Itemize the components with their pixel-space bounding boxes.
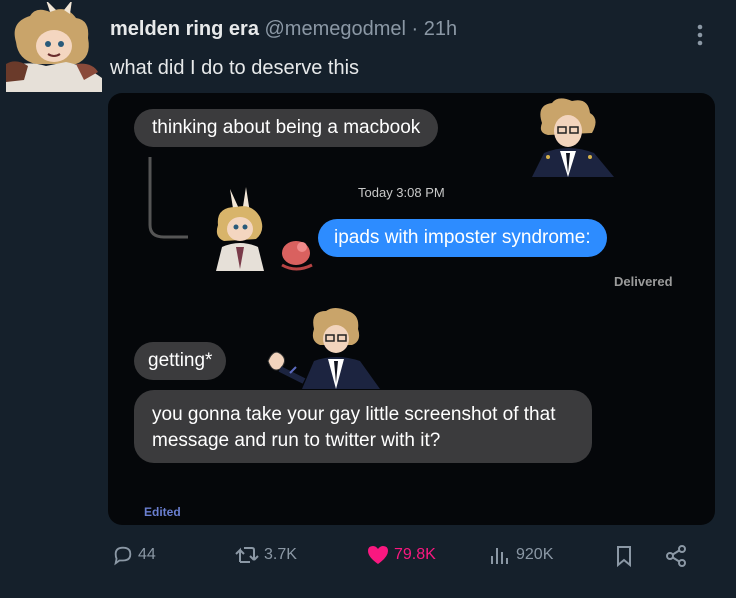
message-bubble-received: getting* — [134, 342, 227, 380]
heart-icon — [368, 546, 388, 564]
message-bubble-sent: ipads with imposter syndrome: — [318, 219, 607, 257]
tweet-author-line: melden ring era @memegodmel · 21h — [110, 18, 457, 41]
reply-icon — [114, 546, 132, 566]
edited-label: Edited — [144, 505, 181, 519]
user-handle[interactable]: @memegodmel — [265, 18, 406, 40]
bookmark-icon — [617, 546, 631, 568]
retweet-icon — [235, 547, 259, 563]
tweet-time[interactable]: 21h — [424, 18, 457, 40]
message-timestamp: Today 3:08 PM — [358, 185, 445, 200]
reply-button[interactable]: 44 — [112, 544, 156, 566]
share-button[interactable] — [664, 544, 692, 568]
character-sticker-pointing — [260, 307, 390, 389]
views-button[interactable]: 920K — [488, 544, 553, 566]
display-name[interactable]: melden ring era — [110, 18, 259, 40]
embedded-screenshot[interactable]: thinking about being a macbook Today 3:0… — [108, 93, 715, 525]
message-bubble-received: you gonna take your gay little screensho… — [134, 390, 592, 463]
author-avatar[interactable] — [6, 0, 106, 92]
message-bubble-received: thinking about being a macbook — [134, 109, 439, 147]
share-icon — [666, 545, 686, 567]
views-icon — [491, 548, 508, 564]
reply-thread-line — [148, 155, 188, 250]
character-sticker-suited — [518, 95, 622, 177]
separator-dot: · — [411, 18, 419, 40]
more-vertical-icon[interactable] — [690, 20, 710, 50]
tweet-text: what did I do to deserve this — [110, 57, 360, 79]
delivered-status: Delivered — [614, 274, 673, 289]
reply-count: 44 — [138, 546, 156, 563]
like-button[interactable]: 79.8K — [366, 544, 436, 566]
views-count: 920K — [516, 546, 554, 563]
character-sticker-bunny — [208, 181, 320, 271]
like-count: 79.8K — [394, 546, 436, 563]
retweet-count: 3.7K — [264, 546, 297, 563]
bookmark-button[interactable] — [614, 544, 638, 568]
retweet-button[interactable]: 3.7K — [234, 544, 297, 566]
